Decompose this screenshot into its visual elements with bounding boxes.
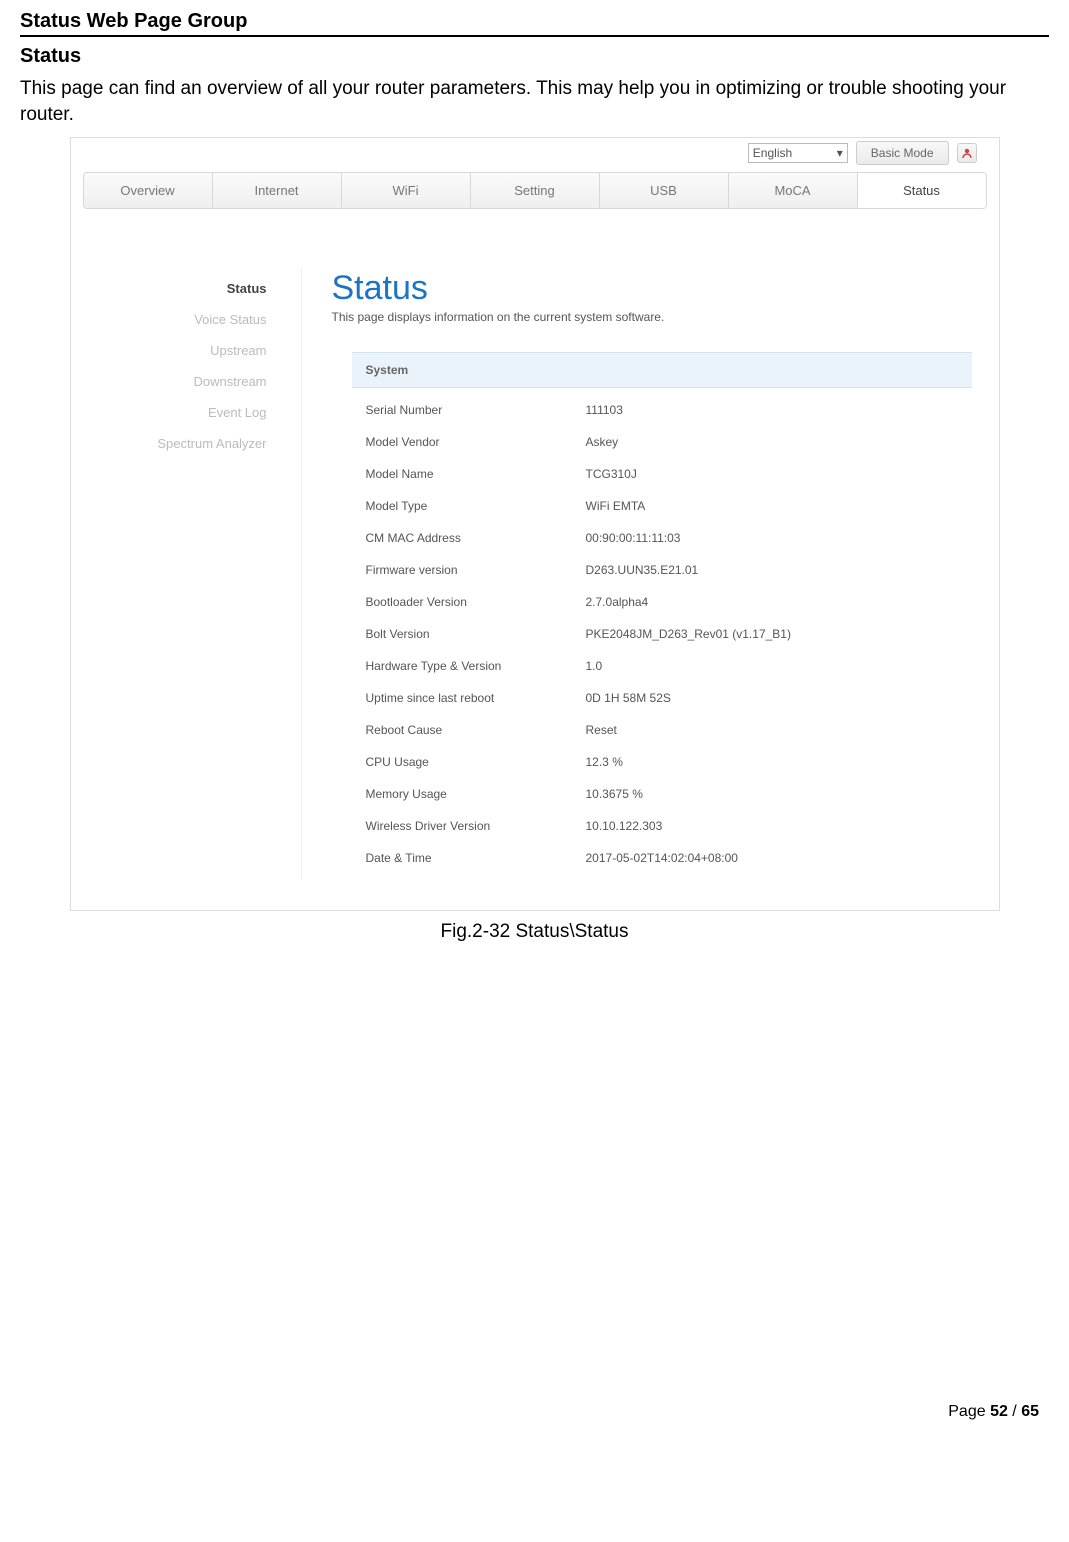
label: CPU Usage xyxy=(366,755,586,769)
chevron-down-icon: ▾ xyxy=(837,146,843,160)
value: PKE2048JM_D263_Rev01 (v1.17_B1) xyxy=(586,627,791,641)
label: Firmware version xyxy=(366,563,586,577)
value: Reset xyxy=(586,723,617,737)
label: CM MAC Address xyxy=(366,531,586,545)
value: 12.3 % xyxy=(586,755,623,769)
row-cpu-usage: CPU Usage12.3 % xyxy=(352,746,972,778)
label: Uptime since last reboot xyxy=(366,691,586,705)
row-cm-mac: CM MAC Address00:90:00:11:11:03 xyxy=(352,522,972,554)
row-wireless-driver: Wireless Driver Version10.10.122.303 xyxy=(352,810,972,842)
row-model-vendor: Model VendorAskey xyxy=(352,426,972,458)
language-value: English xyxy=(753,146,792,160)
row-model-name: Model NameTCG310J xyxy=(352,458,972,490)
tab-setting[interactable]: Setting xyxy=(471,173,600,208)
tab-wifi[interactable]: WiFi xyxy=(342,173,471,208)
label: Reboot Cause xyxy=(366,723,586,737)
logout-icon[interactable] xyxy=(957,143,977,163)
router-admin-screenshot: English ▾ Basic Mode Overview Internet W… xyxy=(70,137,1000,911)
tab-internet[interactable]: Internet xyxy=(213,173,342,208)
page-total: 65 xyxy=(1021,1403,1039,1420)
basic-mode-button[interactable]: Basic Mode xyxy=(856,141,949,165)
row-hardware: Hardware Type & Version1.0 xyxy=(352,650,972,682)
label: Bootloader Version xyxy=(366,595,586,609)
row-date-time: Date & Time2017-05-02T14:02:04+08:00 xyxy=(352,842,972,874)
topbar: English ▾ Basic Mode xyxy=(71,138,999,162)
main-panel: Status This page displays information on… xyxy=(301,269,979,880)
value: 111103 xyxy=(586,403,623,417)
label: Model Name xyxy=(366,467,586,481)
tab-moca[interactable]: MoCA xyxy=(729,173,858,208)
label: Memory Usage xyxy=(366,787,586,801)
language-select[interactable]: English ▾ xyxy=(748,143,848,163)
value: D263.UUN35.E21.01 xyxy=(586,563,699,577)
page-description: This page displays information on the cu… xyxy=(332,310,979,324)
system-card-header: System xyxy=(352,352,972,388)
section-title: Status Web Page Group xyxy=(20,10,1049,37)
label: Date & Time xyxy=(366,851,586,865)
body-text: This page can find an overview of all yo… xyxy=(20,76,1049,127)
label: Model Type xyxy=(366,499,586,513)
value: WiFi EMTA xyxy=(586,499,646,513)
page-heading: Status xyxy=(332,269,979,308)
sub-title: Status xyxy=(20,45,1049,68)
page-footer: Page 52 / 65 xyxy=(20,1403,1049,1421)
tab-usb[interactable]: USB xyxy=(600,173,729,208)
value: TCG310J xyxy=(586,467,637,481)
sidebar-item-event-log[interactable]: Event Log xyxy=(91,397,281,428)
value: 1.0 xyxy=(586,659,603,673)
value: 10.10.122.303 xyxy=(586,819,663,833)
system-rows: Serial Number111103 Model VendorAskey Mo… xyxy=(352,388,972,880)
row-firmware: Firmware versionD263.UUN35.E21.01 xyxy=(352,554,972,586)
row-reboot-cause: Reboot CauseReset xyxy=(352,714,972,746)
row-model-type: Model TypeWiFi EMTA xyxy=(352,490,972,522)
value: 0D 1H 58M 52S xyxy=(586,691,671,705)
page-label-pre: Page xyxy=(948,1403,990,1420)
content-area: Status Voice Status Upstream Downstream … xyxy=(71,209,999,910)
row-bootloader: Bootloader Version2.7.0alpha4 xyxy=(352,586,972,618)
sidebar-item-voice-status[interactable]: Voice Status xyxy=(91,304,281,335)
row-uptime: Uptime since last reboot0D 1H 58M 52S xyxy=(352,682,972,714)
label: Model Vendor xyxy=(366,435,586,449)
system-card: System Serial Number111103 Model VendorA… xyxy=(352,352,972,880)
row-bolt: Bolt VersionPKE2048JM_D263_Rev01 (v1.17_… xyxy=(352,618,972,650)
row-serial-number: Serial Number111103 xyxy=(352,394,972,426)
row-memory-usage: Memory Usage10.3675 % xyxy=(352,778,972,810)
label: Bolt Version xyxy=(366,627,586,641)
tab-overview[interactable]: Overview xyxy=(84,173,213,208)
sidebar-item-upstream[interactable]: Upstream xyxy=(91,335,281,366)
main-tabs: Overview Internet WiFi Setting USB MoCA … xyxy=(83,172,987,209)
page-current: 52 xyxy=(990,1403,1008,1420)
sidebar: Status Voice Status Upstream Downstream … xyxy=(91,269,281,880)
figure-caption: Fig.2-32 Status\Status xyxy=(20,921,1049,943)
sidebar-item-downstream[interactable]: Downstream xyxy=(91,366,281,397)
sidebar-item-status[interactable]: Status xyxy=(91,273,281,304)
value: 2.7.0alpha4 xyxy=(586,595,649,609)
label: Wireless Driver Version xyxy=(366,819,586,833)
sidebar-item-spectrum-analyzer[interactable]: Spectrum Analyzer xyxy=(91,428,281,459)
value: 2017-05-02T14:02:04+08:00 xyxy=(586,851,738,865)
value: 10.3675 % xyxy=(586,787,643,801)
value: 00:90:00:11:11:03 xyxy=(586,531,681,545)
tab-status[interactable]: Status xyxy=(858,173,986,208)
value: Askey xyxy=(586,435,619,449)
label: Serial Number xyxy=(366,403,586,417)
page-sep: / xyxy=(1008,1403,1021,1420)
label: Hardware Type & Version xyxy=(366,659,586,673)
